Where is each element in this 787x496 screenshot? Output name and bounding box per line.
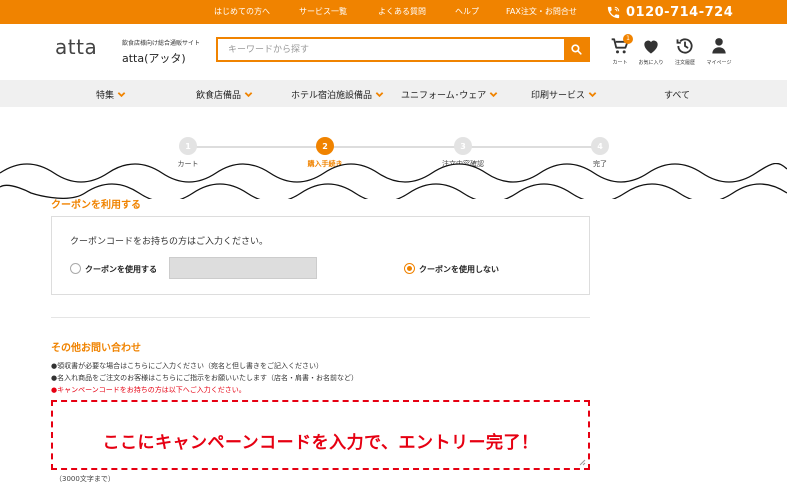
- nav-item-label: ユニフォーム･ウェア: [401, 91, 487, 101]
- search-icon: [570, 44, 582, 55]
- mypage-link[interactable]: マイページ: [702, 36, 736, 66]
- topbar-link-beginner[interactable]: はじめての方へ: [214, 6, 270, 17]
- phone-number[interactable]: 0120-714-724: [606, 2, 733, 22]
- search-button[interactable]: [564, 39, 588, 60]
- step-1-circle: 1: [179, 137, 197, 155]
- user-icon: [712, 38, 726, 54]
- step-4-circle: 4: [591, 137, 609, 155]
- search-bar: [216, 37, 590, 62]
- cart-count-badge: 1: [623, 34, 633, 44]
- resize-handle-icon[interactable]: [578, 458, 586, 466]
- phone-number-text: 0120-714-724: [626, 4, 734, 20]
- coupon-intro-text: クーポンコードをお持ちの方はご入力ください。: [70, 237, 269, 247]
- topbar-link-services[interactable]: サービス一覧: [299, 6, 347, 17]
- steps-progress-line: [188, 146, 600, 148]
- nav-item-label: 飲食店備品: [196, 91, 242, 101]
- favorites-label: お気に入り: [638, 60, 664, 66]
- coupon-use-label[interactable]: クーポンを使用する: [85, 264, 157, 275]
- coupon-nouse-label[interactable]: クーポンを使用しない: [419, 264, 499, 275]
- chevron-down-icon: [117, 92, 126, 98]
- section-divider: [51, 317, 590, 318]
- nav-item-all[interactable]: すべて: [664, 88, 690, 101]
- nav-item-uniform[interactable]: ユニフォーム･ウェア: [401, 88, 498, 101]
- step-2-circle: 2: [316, 137, 334, 155]
- chevron-down-icon: [489, 92, 498, 98]
- nav-item-restaurant[interactable]: 飲食店備品: [196, 88, 253, 101]
- nav-item-hotel[interactable]: ホテル宿泊施設備品: [291, 88, 384, 101]
- category-nav: 特集 飲食店備品 ホテル宿泊施設備品 ユニフォーム･ウェア 印刷サービス すべて: [0, 80, 787, 107]
- chevron-down-icon: [244, 92, 253, 98]
- topbar-link-help[interactable]: ヘルプ: [455, 6, 479, 17]
- coupon-box: クーポンコードをお持ちの方はご入力ください。 クーポンを使用する クーポンを使用…: [51, 216, 590, 295]
- order-history-label: 注文履歴: [674, 60, 695, 66]
- name-print-note: ●名入れ商品をご注文のお客様はこちらにご指示をお願いいたします（店名・肩書・お名…: [51, 374, 358, 382]
- coupon-code-input[interactable]: [169, 257, 317, 279]
- nav-item-features[interactable]: 特集: [96, 88, 126, 101]
- campaign-code-note: ●キャンペーンコードをお持ちの方は以下へご入力ください。: [51, 386, 246, 394]
- inquiry-section-title: その他お問い合わせ: [51, 343, 141, 354]
- campaign-entry-text: ここにキャンペーンコードを入力で、エントリー完了！: [102, 433, 539, 453]
- chevron-down-icon: [375, 92, 384, 98]
- header: atta 飲食店様向け総合通販サイト atta(アッタ) 1 カート お気に入り: [0, 24, 787, 80]
- coupon-nouse-radio[interactable]: [404, 263, 415, 274]
- favorites-link[interactable]: お気に入り: [634, 36, 668, 66]
- inquiry-textarea[interactable]: ここにキャンペーンコードを入力で、エントリー完了！: [51, 400, 590, 470]
- order-history-link[interactable]: 注文履歴: [668, 36, 702, 66]
- nav-item-label: 特集: [96, 91, 115, 101]
- cart-link[interactable]: 1 カート: [603, 34, 637, 66]
- coupon-use-radio[interactable]: [70, 263, 81, 274]
- nav-item-label: 印刷サービス: [531, 91, 586, 101]
- heart-icon: [644, 40, 658, 54]
- history-icon: [676, 38, 693, 54]
- nav-item-label: ホテル宿泊施設備品: [291, 91, 373, 101]
- site-name: atta(アッタ): [122, 52, 186, 65]
- top-bar: はじめての方へ サービス一覧 よくある質問 ヘルプ FAX注文・お問合せ 012…: [0, 0, 787, 24]
- chevron-down-icon: [588, 92, 597, 98]
- site-tagline: 飲食店様向け総合通販サイト: [122, 40, 201, 47]
- mypage-label: マイページ: [706, 60, 732, 66]
- phone-icon: [607, 6, 620, 18]
- topbar-link-fax[interactable]: FAX注文・お問合せ: [506, 6, 577, 17]
- receipt-note: ●領収書が必要な場合はこちらにご入力ください（宛名と但し書きをご記入ください）: [51, 362, 323, 370]
- topbar-link-faq[interactable]: よくある質問: [378, 6, 426, 17]
- nav-item-label: すべて: [664, 91, 691, 101]
- cart-label: カート: [612, 60, 628, 66]
- max-chars-note: （3000文字まで）: [55, 475, 115, 483]
- search-input[interactable]: [218, 39, 564, 60]
- site-logo[interactable]: atta: [55, 35, 97, 59]
- nav-item-printing[interactable]: 印刷サービス: [531, 88, 597, 101]
- coupon-section-title: クーポンを利用する: [51, 200, 141, 211]
- step-3-circle: 3: [454, 137, 472, 155]
- wave-divider: [0, 163, 787, 199]
